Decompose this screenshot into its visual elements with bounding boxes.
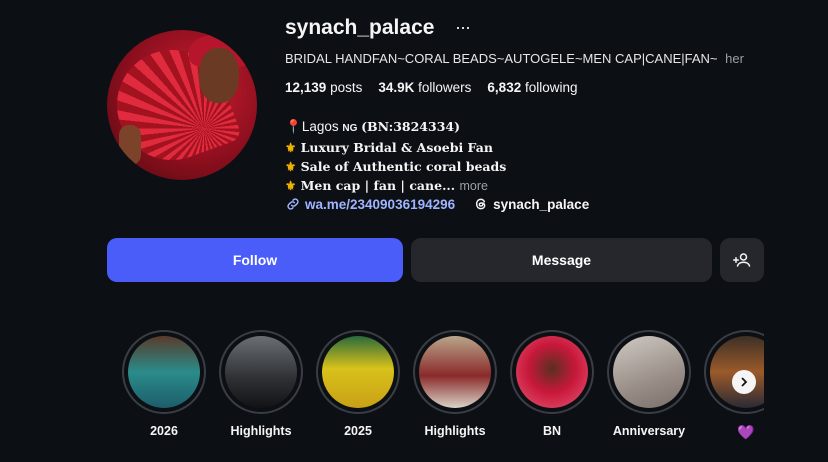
highlight-cover-image [225, 336, 297, 408]
website-link-text: wa.me/23409036194296 [305, 196, 456, 212]
bio-line-location: 📍Lagos NG (BN:3824334) [285, 117, 506, 138]
add-user-icon [733, 253, 751, 267]
following-stat[interactable]: 6,832 following [487, 80, 577, 95]
highlight-item[interactable]: 2026 [121, 330, 207, 438]
following-count: 6,832 [487, 80, 522, 95]
highlight-label: BN [542, 424, 562, 438]
suggested-users-button[interactable] [720, 238, 764, 282]
posts-stat[interactable]: 12,139 posts [285, 80, 362, 95]
highlight-item[interactable]: Highlights [218, 330, 304, 438]
followers-count: 34.9K [378, 80, 415, 95]
highlight-cover-image [128, 336, 200, 408]
highlight-ring [219, 330, 303, 414]
highlight-cover-image [419, 336, 491, 408]
profile-category: BRIDAL HANDFAN~CORAL BEADS~AUTOGELE~MEN … [285, 51, 744, 66]
bio-line-3-text: Sale of Authentic coral beads [300, 159, 507, 174]
category-text: BRIDAL HANDFAN~CORAL BEADS~AUTOGELE~MEN … [285, 51, 718, 66]
profile-links: wa.me/23409036194296 synach_palace [285, 196, 589, 212]
highlight-cover-image [516, 336, 588, 408]
more-options-icon[interactable]: ··· [455, 17, 471, 38]
category-suffix: her [725, 51, 744, 66]
highlight-ring [122, 330, 206, 414]
following-label: following [524, 80, 578, 95]
link-icon [287, 198, 299, 210]
profile-avatar[interactable] [107, 30, 257, 180]
avatar-face-shape [199, 48, 239, 103]
posts-count: 12,139 [285, 80, 327, 95]
highlight-ring [607, 330, 691, 414]
pin-icon: 📍 [285, 119, 302, 134]
bio-line-2-text: Luxury Bridal & Asoebi Fan [300, 140, 493, 155]
highlight-label: Anniversary [612, 424, 686, 438]
followers-label: followers [418, 80, 472, 95]
highlight-label: 💜 [737, 424, 755, 440]
highlight-ring [704, 330, 764, 414]
fleur-de-lis-icon: ⚜ [285, 159, 297, 174]
avatar-hand-shape [119, 125, 141, 165]
bio-bn: (BN:3824334) [361, 119, 461, 134]
highlight-cover-image [613, 336, 685, 408]
highlight-label: 2025 [344, 424, 372, 438]
highlight-cover-image [322, 336, 394, 408]
threads-link[interactable]: synach_palace [473, 196, 589, 212]
highlight-label: Highlights [230, 424, 292, 438]
bio-line-4: ⚜ Men cap | fan | cane... more [285, 176, 506, 196]
highlight-item[interactable]: BN [509, 330, 595, 438]
bio-more-link[interactable]: more [460, 179, 488, 193]
threads-icon [476, 198, 486, 210]
bio-line-4-text: Men cap | fan | cane... [300, 178, 456, 193]
highlight-ring [316, 330, 400, 414]
bio-flag: NG [342, 123, 358, 134]
story-highlights: 2026 Highlights 2025 Highlights BN Anniv… [107, 330, 764, 450]
profile-bio: 📍Lagos NG (BN:3824334) ⚜ Luxury Bridal &… [285, 117, 506, 196]
message-button[interactable]: Message [411, 238, 712, 282]
fleur-de-lis-icon: ⚜ [285, 140, 297, 155]
highlights-next-button[interactable] [732, 370, 756, 394]
highlight-item[interactable]: Anniversary [606, 330, 692, 438]
highlight-item[interactable]: 2025 [315, 330, 401, 438]
website-link[interactable]: wa.me/23409036194296 [285, 196, 455, 212]
follow-button[interactable]: Follow [107, 238, 403, 282]
bio-location: Lagos [301, 119, 339, 134]
threads-link-text: synach_palace [493, 196, 590, 212]
profile-stats: 12,139 posts 34.9K followers 6,832 follo… [285, 80, 578, 95]
highlight-ring [510, 330, 594, 414]
posts-label: posts [330, 80, 363, 95]
highlight-label: Highlights [424, 424, 486, 438]
bio-line-3: ⚜ Sale of Authentic coral beads [285, 157, 506, 176]
profile-username: synach_palace [285, 16, 435, 39]
bio-line-2: ⚜ Luxury Bridal & Asoebi Fan [285, 138, 506, 157]
highlight-item[interactable]: Highlights [412, 330, 498, 438]
chevron-right-icon [741, 377, 748, 387]
highlight-label: 2026 [150, 424, 178, 438]
fleur-de-lis-icon: ⚜ [285, 178, 297, 193]
highlight-ring [413, 330, 497, 414]
followers-stat[interactable]: 34.9K followers [378, 80, 471, 95]
